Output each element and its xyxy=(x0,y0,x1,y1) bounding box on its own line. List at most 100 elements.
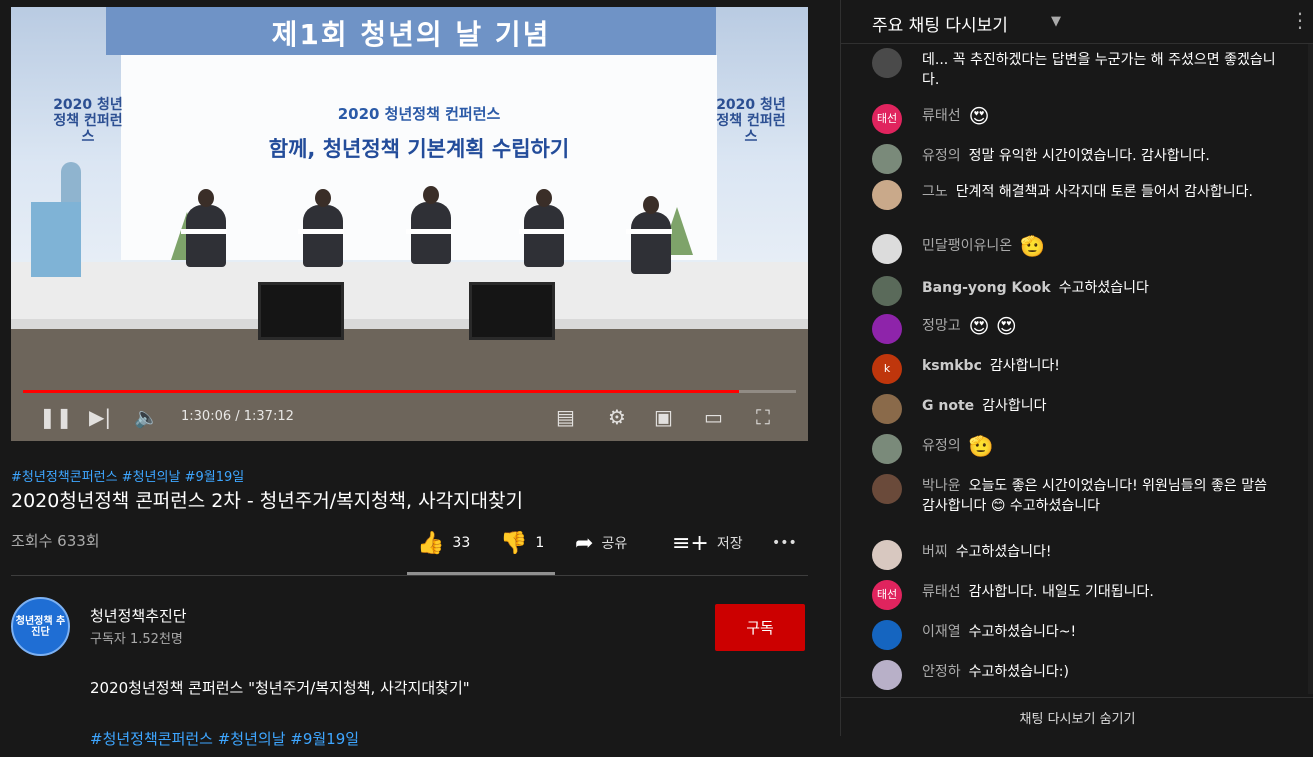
chat-message-body: 그노 단계적 해결책과 사각지대 토론 들어서 감사합니다. xyxy=(922,182,1282,202)
chat-author-name[interactable]: 그노 xyxy=(922,184,948,200)
more-icon: ••• xyxy=(772,535,797,551)
view-count: 조회수 633회 xyxy=(11,532,100,550)
like-button[interactable]: 👍 33 xyxy=(417,528,470,558)
video-banner-text: 제1회 청년의 날 기념 xyxy=(271,18,551,51)
subtitles-icon[interactable]: ▤ xyxy=(556,405,575,429)
chat-message-text: 수고하셨습니다~! xyxy=(968,624,1077,640)
chat-author-avatar[interactable] xyxy=(872,434,902,464)
save-button[interactable]: ≡+ 저장 xyxy=(672,528,743,558)
chat-author-name[interactable]: 류태선 xyxy=(922,108,961,124)
chat-author-avatar[interactable] xyxy=(872,660,902,690)
pause-icon[interactable]: ❚❚ xyxy=(39,405,73,429)
thumbs-up-icon: 👍 xyxy=(417,530,445,556)
video-description: 2020청년정책 콘퍼런스 "청년주거/복지청책, 사각지대찾기" xyxy=(90,679,470,697)
chat-author-avatar[interactable] xyxy=(872,144,902,174)
chat-author-avatar[interactable] xyxy=(872,474,902,504)
chat-author-avatar[interactable]: 태선 xyxy=(872,580,902,610)
chat-author-name[interactable]: 민달팽이유니온 xyxy=(922,238,1012,254)
channel-name[interactable]: 청년정책추진단 xyxy=(90,605,187,626)
chat-author-name[interactable]: ksmkbc xyxy=(922,358,982,374)
dislike-count: 1 xyxy=(535,535,545,551)
chat-message-body: 안정하 수고하셨습니다:) xyxy=(922,662,1282,682)
video-desk xyxy=(181,229,227,234)
next-icon[interactable]: ▶| xyxy=(89,405,111,429)
share-label: 공유 xyxy=(601,536,628,552)
chat-author-name[interactable]: 유정의 xyxy=(922,438,961,454)
chat-author-avatar[interactable]: k xyxy=(872,354,902,384)
video-progress-fill xyxy=(23,390,739,393)
more-vert-icon[interactable]: ⋮ xyxy=(1290,10,1310,30)
video-stage-monitor xyxy=(258,282,344,340)
video-panelist xyxy=(186,189,226,267)
chat-author-name[interactable]: 정망고 xyxy=(922,318,961,334)
chat-author-avatar[interactable] xyxy=(872,276,902,306)
chat-mode-title[interactable]: 주요 채팅 다시보기 xyxy=(872,11,1008,36)
chat-emoji-icon: 😍 xyxy=(968,104,990,128)
chat-message-text: 단계적 해결책과 사각지대 토론 들어서 감사합니다. xyxy=(955,184,1253,200)
chat-author-name[interactable]: 버찌 xyxy=(922,544,948,560)
chat-author-avatar[interactable] xyxy=(872,620,902,650)
chat-message-text: 데... 꼭 추진하겠다는 답변을 누군가는 해 주셨으면 좋겠습니다. xyxy=(922,52,1276,88)
video-player[interactable]: 제1회 청년의 날 기념 2020 청년정책 컨퍼런스 함께, 청년정책 기본계… xyxy=(11,7,808,441)
volume-icon[interactable]: 🔈 xyxy=(134,405,159,429)
chat-message-body: Bang-yong Kook 수고하셨습니다 xyxy=(922,278,1282,298)
video-stage xyxy=(11,262,808,322)
chat-author-name[interactable]: 류태선 xyxy=(922,584,961,600)
fullscreen-icon[interactable]: ⛶ xyxy=(756,405,770,429)
chat-message-body: 이재열 수고하셨습니다~! xyxy=(922,622,1282,642)
chat-author-avatar[interactable]: 태선 xyxy=(872,104,902,134)
chat-author-avatar[interactable] xyxy=(872,394,902,424)
description-hashtags[interactable]: #청년정책콘퍼런스 #청년의날 #9월19일 xyxy=(90,728,359,749)
hide-chat-replay-button[interactable]: 채팅 다시보기 숨기기 xyxy=(841,697,1313,736)
video-title: 2020청년정책 콘퍼런스 2차 - 청년주거/복지청책, 사각지대찾기 xyxy=(11,490,523,512)
share-button[interactable]: ➦ 공유 xyxy=(575,528,627,558)
chat-author-name[interactable]: 안정하 xyxy=(922,664,961,680)
subscribe-button[interactable]: 구독 xyxy=(715,604,805,651)
chat-author-avatar[interactable] xyxy=(872,180,902,210)
chat-message-body: 민달팽이유니온 🫡 xyxy=(922,236,1282,256)
chat-emoji-icon: 🫡 xyxy=(968,434,994,458)
playlist-add-icon: ≡+ xyxy=(672,530,709,556)
video-desk xyxy=(519,229,565,234)
video-side-banner-right: 2020 청년정책 컨퍼런스 xyxy=(716,97,786,145)
video-progress-bar[interactable] xyxy=(23,390,796,393)
chat-message-text: 수고하셨습니다:) xyxy=(968,664,1069,680)
save-label: 저장 xyxy=(716,536,743,552)
chat-message-body: 유정의 🫡 xyxy=(922,436,1282,456)
subscriber-count: 구독자 1.52천명 xyxy=(90,632,183,647)
chevron-down-icon[interactable]: ▼ xyxy=(1051,14,1061,29)
more-actions-button[interactable]: ••• xyxy=(772,528,797,558)
chat-author-name[interactable]: Bang-yong Kook xyxy=(922,280,1051,296)
chat-author-name[interactable]: 유정의 xyxy=(922,148,961,164)
like-count: 33 xyxy=(452,535,471,551)
video-side-banner-left: 2020 청년정책 컨퍼런스 xyxy=(53,97,123,145)
chat-author-avatar[interactable] xyxy=(872,540,902,570)
video-podium xyxy=(31,202,81,277)
chat-emoji-icon: 😍 😍 xyxy=(968,314,1017,338)
chat-author-name[interactable]: 이재열 xyxy=(922,624,961,640)
dislike-button[interactable]: 👎 1 xyxy=(500,528,544,558)
chat-author-name[interactable]: G note xyxy=(922,398,974,414)
chat-author-avatar[interactable] xyxy=(872,48,902,78)
chat-message-text: 감사합니다 xyxy=(982,398,1047,414)
theater-mode-icon[interactable]: ▭ xyxy=(704,405,723,429)
live-chat-replay: 주요 채팅 다시보기 ▼ ⋮ 데... 꼭 추진하겠다는 답변을 누군가는 해 … xyxy=(840,0,1313,736)
chat-emoji-icon: 🫡 xyxy=(1020,234,1046,258)
settings-icon[interactable]: ⚙ xyxy=(608,405,626,429)
video-hashtags[interactable]: #청년정책콘퍼런스 #청년의날 #9월19일 xyxy=(11,466,244,485)
meta-divider xyxy=(11,575,808,576)
chat-scrollbar[interactable] xyxy=(1308,44,1313,694)
chat-message-list[interactable]: 데... 꼭 추진하겠다는 답변을 누군가는 해 주셨으면 좋겠습니다. 태선 류태… xyxy=(841,44,1307,694)
miniplayer-icon[interactable]: ▣ xyxy=(654,405,673,429)
chat-message-text: 수고하셨습니다 xyxy=(1058,280,1149,296)
chat-message-body: 류태선 😍 xyxy=(922,106,1282,126)
video-screen-subtitle: 2020 청년정책 컨퍼런스 xyxy=(337,105,501,123)
video-panelist xyxy=(631,196,671,274)
channel-avatar[interactable]: 청년정책 추진단 xyxy=(11,597,70,656)
chat-message-text: 감사합니다! xyxy=(989,358,1060,374)
video-controls: ❚❚ ▶| 🔈 1:30:06 / 1:37:12 ▤ ⚙ ▣ ▭ ⛶ xyxy=(11,399,808,435)
chat-author-avatar[interactable] xyxy=(872,314,902,344)
chat-author-avatar[interactable] xyxy=(872,234,902,264)
video-desk xyxy=(406,229,452,234)
chat-author-name[interactable]: 박나윤 xyxy=(922,478,961,494)
